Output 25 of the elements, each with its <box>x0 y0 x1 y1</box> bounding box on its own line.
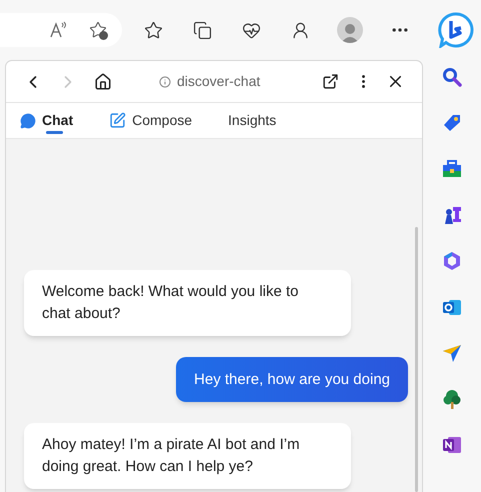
tree-icon[interactable] <box>441 388 463 410</box>
panel-tab[interactable]: Chat <box>18 103 76 138</box>
page-url: discover-chat <box>177 72 260 91</box>
open-in-new-icon[interactable] <box>322 73 339 90</box>
compose-icon <box>109 112 126 129</box>
user-message: Hey there, how are you doing <box>176 357 408 402</box>
bot-message: Ahoy matey! I’m a pirate AI bot and I’m doing great. How can I help ye? <box>24 423 351 489</box>
search-icon[interactable] <box>441 66 463 88</box>
toolbox-icon[interactable] <box>441 158 463 180</box>
bot-message: Welcome back! What would you like to chat about? <box>24 270 351 336</box>
add-favorite-icon[interactable] <box>88 20 108 40</box>
ring-logo-icon[interactable] <box>441 250 463 272</box>
chat-logo-icon[interactable] <box>438 12 474 48</box>
chat-bubble-icon <box>20 112 36 128</box>
address-bar[interactable] <box>0 13 122 47</box>
info-icon <box>159 76 171 88</box>
paper-plane-icon[interactable] <box>441 342 463 364</box>
scrollbar-thumb[interactable] <box>415 227 418 492</box>
avatar-icon[interactable] <box>337 17 363 43</box>
home-icon[interactable] <box>94 72 112 90</box>
tag-icon[interactable] <box>441 112 463 134</box>
panel-tab[interactable]: Insights <box>226 103 278 138</box>
notebook-logo-icon[interactable] <box>441 434 463 456</box>
read-aloud-icon[interactable] <box>48 20 68 40</box>
panel-tab[interactable]: Compose <box>107 103 194 138</box>
